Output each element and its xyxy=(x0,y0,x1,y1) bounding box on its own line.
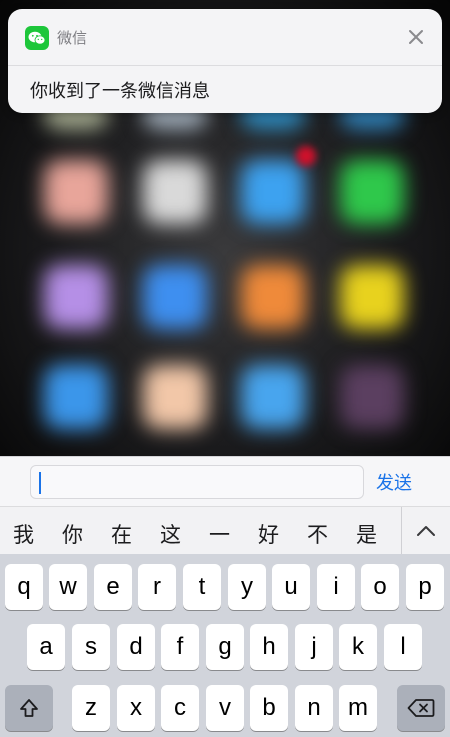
blurred-app-icon xyxy=(241,265,305,329)
blurred-app-icon xyxy=(44,365,108,429)
candidate-item[interactable]: 是 xyxy=(356,519,377,549)
key-s[interactable]: s xyxy=(72,624,110,670)
key-z[interactable]: z xyxy=(72,685,110,731)
backspace-key[interactable] xyxy=(397,685,445,731)
key-g[interactable]: g xyxy=(206,624,244,670)
close-icon xyxy=(409,30,423,44)
blurred-app-icon xyxy=(241,365,305,429)
key-m[interactable]: m xyxy=(339,685,377,731)
blurred-app-icon xyxy=(241,160,305,224)
blurred-badge xyxy=(296,146,316,166)
key-e[interactable]: e xyxy=(94,564,132,610)
candidate-item[interactable]: 我 xyxy=(13,519,34,549)
candidate-bar: 我 你 在 这 一 好 不 是 xyxy=(0,506,450,555)
key-r[interactable]: r xyxy=(138,564,176,610)
candidate-item[interactable]: 这 xyxy=(160,519,181,549)
key-o[interactable]: o xyxy=(361,564,399,610)
key-i[interactable]: i xyxy=(317,564,355,610)
key-p[interactable]: p xyxy=(406,564,444,610)
candidate-item[interactable]: 好 xyxy=(258,519,279,549)
blurred-app-icon xyxy=(340,365,404,429)
send-button[interactable]: 发送 xyxy=(376,469,412,495)
key-a[interactable]: a xyxy=(27,624,65,670)
candidate-item[interactable]: 不 xyxy=(307,519,328,549)
candidate-item[interactable]: 一 xyxy=(209,519,230,549)
key-y[interactable]: y xyxy=(228,564,266,610)
blurred-app-icon xyxy=(143,365,207,429)
candidate-item[interactable]: 在 xyxy=(111,519,132,549)
text-cursor xyxy=(39,472,41,494)
close-button[interactable] xyxy=(402,23,430,51)
notification-app-name: 微信 xyxy=(57,30,88,47)
blurred-app-icon xyxy=(44,265,108,329)
key-x[interactable]: x xyxy=(117,685,155,731)
wechat-icon xyxy=(25,26,49,50)
key-u[interactable]: u xyxy=(272,564,310,610)
key-t[interactable]: t xyxy=(183,564,221,610)
notification-header: 微信 xyxy=(8,9,442,66)
shift-icon xyxy=(20,699,38,717)
backspace-icon xyxy=(407,699,435,717)
blurred-app-icon xyxy=(143,160,207,224)
keyboard: q w e r t y u i o p a s d f g h j k l z … xyxy=(0,554,450,737)
notification-message: 你收到了一条微信消息 xyxy=(30,81,210,101)
notification-banner[interactable]: 微信 你收到了一条微信消息 xyxy=(8,9,442,113)
key-v[interactable]: v xyxy=(206,685,244,731)
chevron-up-icon xyxy=(417,526,435,536)
key-n[interactable]: n xyxy=(295,685,333,731)
key-f[interactable]: f xyxy=(161,624,199,670)
reply-input[interactable] xyxy=(30,465,364,499)
collapse-candidates-button[interactable] xyxy=(402,507,450,555)
quick-reply-bar: 发送 xyxy=(0,456,450,507)
key-b[interactable]: b xyxy=(250,685,288,731)
key-h[interactable]: h xyxy=(250,624,288,670)
blurred-app-icon xyxy=(143,265,207,329)
key-l[interactable]: l xyxy=(384,624,422,670)
key-c[interactable]: c xyxy=(161,685,199,731)
shift-key[interactable] xyxy=(5,685,53,731)
blurred-app-icon xyxy=(340,160,404,224)
key-w[interactable]: w xyxy=(49,564,87,610)
key-d[interactable]: d xyxy=(117,624,155,670)
key-k[interactable]: k xyxy=(339,624,377,670)
candidate-item[interactable]: 你 xyxy=(62,519,83,549)
key-j[interactable]: j xyxy=(295,624,333,670)
key-q[interactable]: q xyxy=(5,564,43,610)
blurred-app-icon xyxy=(340,265,404,329)
blurred-app-icon xyxy=(44,160,108,224)
